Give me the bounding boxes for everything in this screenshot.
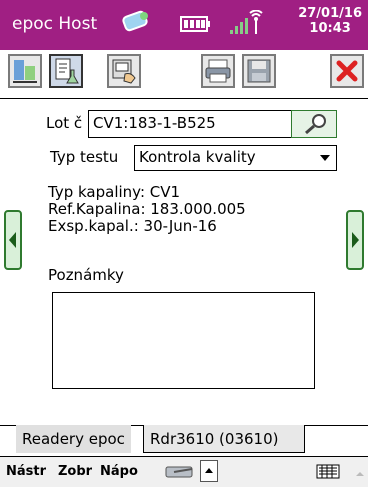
exp-fluid-text: Exsp.kapal.: 30-Jun-16 bbox=[48, 217, 217, 235]
menu-zobr[interactable]: Zobr bbox=[58, 464, 92, 479]
arrow-up-icon bbox=[205, 468, 213, 473]
ref-fluid-text: Ref.Kapalina: 183.000.005 bbox=[48, 200, 246, 218]
fluid-type-text: Typ kapaliny: CV1 bbox=[48, 183, 181, 201]
document-flask-icon bbox=[55, 58, 79, 84]
sync-icon[interactable] bbox=[120, 8, 152, 40]
reader-device-icon[interactable] bbox=[164, 461, 198, 487]
next-button[interactable] bbox=[346, 210, 364, 270]
floppy-disk-icon bbox=[247, 59, 271, 83]
save-button[interactable] bbox=[242, 54, 276, 88]
document-button[interactable] bbox=[49, 54, 83, 88]
test-type-label: Typ testu bbox=[50, 148, 119, 166]
lot-number-input[interactable]: CV1:183-1-B525 bbox=[88, 110, 292, 138]
notes-label: Poznámky bbox=[48, 266, 124, 284]
chevron-down-icon bbox=[320, 155, 330, 161]
battery-icon[interactable] bbox=[180, 14, 212, 38]
arrow-right-icon bbox=[352, 232, 359, 248]
test-panel-button[interactable] bbox=[8, 54, 42, 88]
toolbar bbox=[0, 50, 368, 98]
tab-readery-epoc[interactable]: Readery epoc bbox=[16, 425, 131, 453]
menu-up-button[interactable] bbox=[200, 460, 218, 482]
tab-rdr3610[interactable]: Rdr3610 (03610) bbox=[143, 425, 305, 453]
lab-icon bbox=[13, 60, 37, 83]
date-text: 27/01/16 bbox=[298, 6, 362, 21]
previous-button[interactable] bbox=[4, 210, 22, 270]
title-bar: epoc Host 27/01/16 10:43 bbox=[0, 0, 368, 50]
sip-arrow-icon[interactable] bbox=[354, 465, 366, 484]
menu-nastr[interactable]: Nástr bbox=[6, 464, 46, 479]
reader-settings-button[interactable] bbox=[107, 54, 141, 88]
time-text: 10:43 bbox=[309, 21, 351, 36]
arrow-left-icon bbox=[9, 232, 16, 248]
keyboard-icon[interactable] bbox=[316, 464, 342, 484]
toolbar-divider bbox=[0, 98, 368, 99]
lot-search-button[interactable] bbox=[291, 110, 337, 138]
app-title: epoc Host bbox=[12, 14, 98, 34]
menu-bar: Nástr Zobr Nápo bbox=[0, 456, 368, 487]
magnifier-icon bbox=[305, 114, 326, 135]
notes-textarea[interactable] bbox=[52, 292, 315, 389]
test-type-value: Kontrola kvality bbox=[139, 148, 256, 166]
menu-napo[interactable]: Nápo bbox=[100, 464, 138, 479]
close-icon bbox=[336, 60, 358, 82]
clock[interactable]: 27/01/16 10:43 bbox=[298, 6, 362, 36]
printer-icon bbox=[205, 59, 231, 83]
reader-hand-icon bbox=[112, 59, 136, 84]
lot-label: Lot č bbox=[46, 114, 83, 132]
fluid-info: Typ kapaliny: CV1 Ref.Kapalina: 183.000.… bbox=[48, 184, 246, 235]
close-button[interactable] bbox=[330, 54, 364, 88]
signal-icon[interactable] bbox=[228, 9, 268, 42]
print-button[interactable] bbox=[201, 54, 235, 88]
tab-bar: Readery epoc Rdr3610 (03610) bbox=[0, 425, 368, 455]
test-type-select[interactable]: Kontrola kvality bbox=[134, 145, 337, 171]
